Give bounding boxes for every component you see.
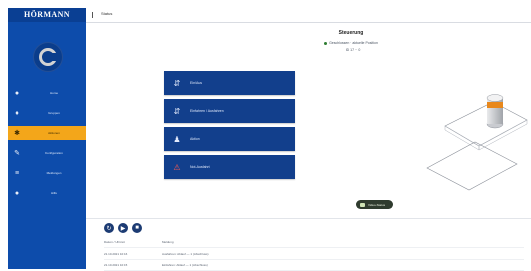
alert-icon: ⚠ (173, 162, 181, 172)
column-header: Datum / Uhrzeit (104, 240, 125, 244)
status-text: Geschlossen · aktuelle Position (329, 41, 378, 45)
table-row[interactable]: 21.10.2021 10:16 Ausfahren: Ablauf — 1 (… (104, 249, 524, 260)
retract-extend-button[interactable]: ⇵ Einfahren / Ausfahren (164, 99, 295, 123)
sidebar-item-configuration[interactable]: ✎ Konfiguration (8, 146, 86, 160)
table-header: Datum / Uhrzeit Meldung (104, 237, 524, 248)
help-icon: ● (14, 189, 20, 197)
log-panel: ↻ ▶ ■ Datum / Uhrzeit Meldung 21.10.2021… (86, 218, 531, 271)
video-status-badge[interactable]: Video-Status (356, 200, 393, 209)
camera-icon (360, 202, 365, 207)
sidebar-item-label: Meldungen (46, 171, 62, 175)
button-label: Einfahren / Ausfahren (190, 109, 224, 113)
home-icon: ● (14, 89, 20, 97)
refresh-button[interactable]: ↻ (104, 223, 114, 233)
app-window: HÖRMANN ● Home ♦ Gruppen ✱ Aktionen ✎ Ko… (0, 0, 531, 271)
column-header: Meldung (162, 240, 174, 244)
sidebar-item-label: Gruppen (48, 111, 60, 115)
up-down-icon: ⇵ (173, 78, 181, 88)
stop-button[interactable]: ■ (132, 223, 142, 233)
button-label: Aktion (190, 137, 200, 141)
log-message: Einfahren: Ablauf — 1 (Abschluss) (162, 263, 208, 267)
status-sub: ID 17 ·· 0 (345, 48, 361, 52)
play-button[interactable]: ▶ (118, 223, 128, 233)
log-time: 21.10.2021 10:16 (104, 252, 128, 256)
up-down-icon: ⇵ (173, 106, 181, 116)
refresh-icon: ↻ (106, 225, 112, 232)
sidebar-item-groups[interactable]: ♦ Gruppen (8, 106, 86, 120)
company-logo-icon (33, 42, 63, 72)
button-label: Not-Ausfahrt (190, 165, 210, 169)
button-label: Ein/Aus (190, 81, 203, 85)
emergency-button[interactable]: ⚠ Not-Ausfahrt (164, 155, 295, 179)
sidebar-item-label: Konfiguration (45, 151, 63, 155)
user-icon: ♟ (173, 134, 181, 144)
log-message: Ausfahren: Ablauf — 1 (Abschluss) (162, 252, 209, 256)
sidebar-item-actions[interactable]: ✱ Aktionen (8, 126, 86, 140)
list-icon: ≡ (14, 169, 20, 177)
sidebar-item-messages[interactable]: ≡ Meldungen (8, 166, 86, 180)
people-icon: ♦ (15, 109, 19, 117)
sidebar: HÖRMANN ● Home ♦ Gruppen ✱ Aktionen ✎ Ko… (8, 8, 86, 269)
sidebar-item-label: Hilfe (50, 191, 57, 195)
status-line: Geschlossen · aktuelle Position (311, 41, 391, 45)
badge-label: Video-Status (368, 202, 386, 207)
sidebar-item-help[interactable]: ● Hilfe (8, 186, 86, 200)
log-time: 21.10.2021 10:15 (104, 263, 128, 267)
sidebar-item-label: Aktionen (48, 131, 60, 135)
action-button[interactable]: ♟ Aktion (164, 127, 295, 151)
sidebar-item-home[interactable]: ● Home (8, 86, 86, 100)
top-bar: Status (86, 8, 531, 23)
menu-toggle-icon[interactable] (91, 12, 95, 18)
sidebar-item-label: Home (49, 91, 58, 95)
wrench-icon: ✎ (14, 150, 20, 157)
on-off-button[interactable]: ⇵ Ein/Aus (164, 71, 295, 95)
functions-icon: ✱ (14, 130, 20, 137)
stop-icon: ■ (135, 225, 139, 231)
status-indicator-icon (324, 41, 328, 45)
bollard-illustration (426, 94, 528, 191)
table-row[interactable]: 21.10.2021 10:15 Einfahren: Ablauf — 1 (… (104, 260, 524, 271)
page-title: Steuerung (338, 30, 364, 36)
play-icon: ▶ (120, 225, 126, 232)
brand-logo: HÖRMANN (8, 8, 86, 22)
breadcrumb: Status (101, 11, 113, 16)
sidebar-nav: ● Home ♦ Gruppen ✱ Aktionen ✎ Konfigurat… (8, 86, 86, 206)
